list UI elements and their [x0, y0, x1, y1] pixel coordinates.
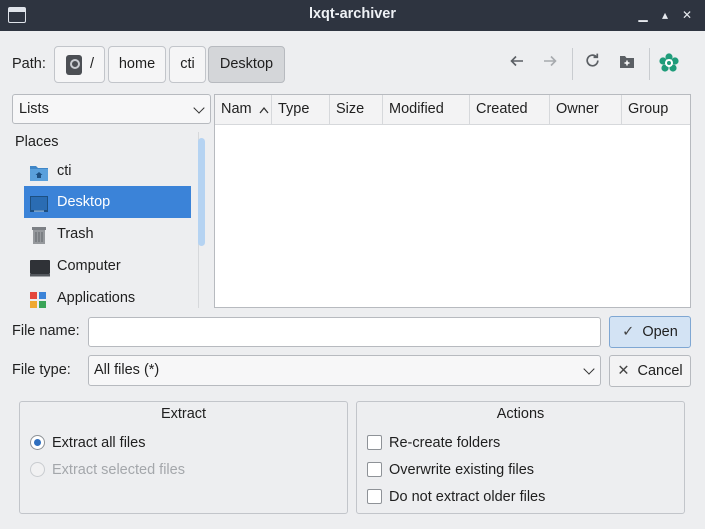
view-mode-select[interactable]: Lists	[12, 94, 211, 124]
file-list[interactable]: Nam Type Size Modified Created Owner Gro…	[214, 94, 691, 308]
column-header-modified[interactable]: Modified	[383, 95, 470, 125]
crumb-cti[interactable]: cti	[169, 46, 206, 83]
applications-icon	[29, 289, 49, 308]
chevron-down-icon	[583, 363, 595, 375]
option-label: Do not extract older files	[389, 489, 546, 505]
minimize-icon[interactable]: ▁	[634, 5, 652, 25]
extract-group-title: Extract	[160, 406, 207, 422]
crumb-home-label: home	[118, 56, 156, 72]
column-header-group[interactable]: Group	[622, 95, 690, 125]
crumb-desktop[interactable]: Desktop	[208, 46, 285, 83]
place-item-desktop[interactable]: Desktop	[24, 186, 191, 218]
place-label: Computer	[57, 258, 121, 274]
crumb-root-label: /	[90, 56, 95, 72]
back-arrow-icon[interactable]	[505, 52, 529, 76]
places-scrollbar-thumb[interactable]	[198, 138, 205, 246]
app-logo-icon[interactable]	[657, 52, 681, 76]
actions-group-title: Actions	[496, 406, 545, 422]
crumb-home[interactable]: home	[108, 46, 166, 83]
file-type-value: All files (*)	[94, 362, 160, 378]
column-header-size[interactable]: Size	[330, 95, 383, 125]
checkbox[interactable]	[367, 462, 382, 477]
computer-icon	[29, 257, 50, 277]
option-label: Overwrite existing files	[389, 462, 535, 478]
toolbar-separator	[649, 48, 650, 80]
open-button[interactable]: ✓ Open	[609, 316, 691, 348]
table-header: Nam Type Size Modified Created Owner Gro…	[215, 95, 690, 125]
drive-icon	[66, 55, 82, 75]
place-label: Trash	[57, 226, 94, 242]
option-label: Re-create folders	[389, 435, 501, 451]
extract-all-radio[interactable]: Extract all files	[30, 433, 145, 453]
reload-icon[interactable]	[580, 52, 604, 76]
recreate-folders-checkbox[interactable]: Re-create folders	[367, 433, 500, 453]
checkbox[interactable]	[367, 489, 382, 504]
column-header-created[interactable]: Created	[470, 95, 550, 125]
file-type-select[interactable]: All files (*)	[88, 355, 601, 386]
desktop-icon	[29, 193, 49, 212]
column-header-owner[interactable]: Owner	[550, 95, 622, 125]
option-label: Extract selected files	[52, 462, 185, 478]
view-mode-value: Lists	[19, 101, 49, 117]
maximize-icon[interactable]: ▴	[656, 5, 674, 25]
radio-button	[30, 462, 45, 477]
column-header-name[interactable]: Nam	[215, 95, 272, 125]
path-label: Path:	[12, 56, 46, 72]
cancel-button[interactable]: ✕ Cancel	[609, 355, 691, 387]
window-title: lxqt-archiver	[308, 6, 397, 22]
new-folder-icon[interactable]	[615, 52, 639, 76]
home-folder-icon	[29, 162, 49, 181]
places-panel: Places cti Desktop Trash Computer Applic…	[12, 128, 211, 309]
file-type-label: File type:	[12, 362, 71, 378]
place-label: Desktop	[57, 194, 111, 210]
checkbox[interactable]	[367, 435, 382, 450]
place-item-cti[interactable]: cti	[24, 155, 191, 187]
chevron-down-icon	[193, 102, 205, 114]
extract-selected-radio: Extract selected files	[30, 460, 185, 480]
checkmark-icon: ✓	[622, 324, 635, 340]
sort-ascending-icon	[259, 106, 269, 114]
place-label: cti	[57, 163, 72, 179]
crumb-root[interactable]: /	[54, 46, 105, 83]
crumb-desktop-label: Desktop	[219, 56, 274, 72]
extract-groupbox: Extract Extract all files Extract select…	[19, 401, 348, 514]
option-label: Extract all files	[52, 435, 146, 451]
cancel-button-label: Cancel	[637, 363, 683, 379]
crumb-cti-label: cti	[180, 56, 195, 72]
open-button-label: Open	[642, 324, 678, 340]
overwrite-files-checkbox[interactable]: Overwrite existing files	[367, 460, 534, 480]
skip-older-files-checkbox[interactable]: Do not extract older files	[367, 487, 545, 507]
place-item-computer[interactable]: Computer	[24, 250, 191, 282]
place-item-trash[interactable]: Trash	[24, 218, 191, 250]
close-icon[interactable]: ✕	[678, 5, 696, 25]
places-heading: Places	[15, 134, 59, 150]
trash-icon	[29, 225, 49, 244]
forward-arrow-icon[interactable]	[538, 52, 562, 76]
place-label: Applications	[57, 290, 136, 306]
radio-button[interactable]	[30, 435, 45, 450]
place-item-applications[interactable]: Applications	[24, 282, 191, 314]
column-header-type[interactable]: Type	[272, 95, 330, 125]
close-icon: ✕	[617, 363, 630, 379]
title-bar: lxqt-archiver ▁ ▴ ✕	[0, 0, 705, 31]
file-name-input[interactable]	[88, 317, 601, 347]
toolbar-separator	[572, 48, 573, 80]
file-name-label: File name:	[12, 323, 80, 339]
actions-groupbox: Actions Re-create folders Overwrite exis…	[356, 401, 685, 514]
